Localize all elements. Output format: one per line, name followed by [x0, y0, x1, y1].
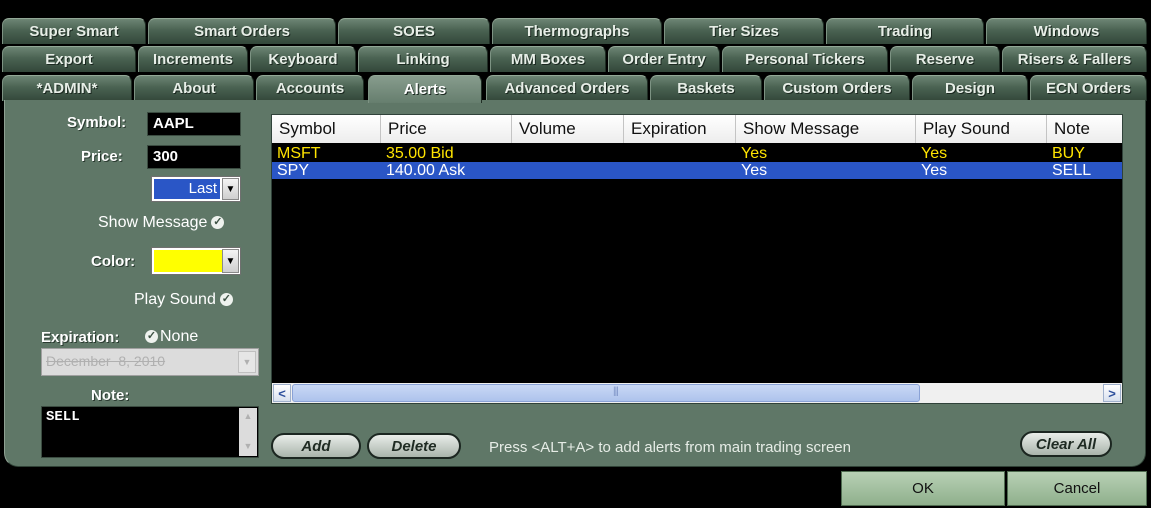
tab-trading[interactable]: Trading [826, 18, 984, 44]
show-message-label: Show Message [98, 214, 208, 231]
tab-row-middle: Export Increments Keyboard Linking MM Bo… [0, 46, 1151, 72]
tab-risers-fallers[interactable]: Risers & Fallers [1002, 46, 1147, 72]
tab-custom-orders[interactable]: Custom Orders [764, 75, 910, 101]
expiration-date-value: December 8, 2010 [46, 353, 166, 369]
ok-button[interactable]: OK [841, 471, 1005, 506]
tab-alerts[interactable]: Alerts [368, 75, 482, 103]
scroll-right-icon[interactable]: > [1103, 384, 1121, 402]
tab-advanced-orders[interactable]: Advanced Orders [486, 75, 648, 101]
cell-symbol: SPY [277, 162, 310, 179]
table-row[interactable]: SPY 140.00 Ask Yes Yes SELL [272, 162, 1122, 179]
tab-row-bottom: *ADMIN* About Accounts Alerts Advanced O… [0, 75, 1151, 103]
show-message-option[interactable]: Show Message ✓ [98, 214, 225, 232]
tab-admin[interactable]: *ADMIN* [2, 75, 132, 101]
color-swatch [154, 250, 222, 272]
check-icon[interactable]: ✓ [145, 330, 158, 344]
cell-show-message: Yes [741, 162, 768, 179]
expiration-date-picker[interactable]: December 8, 2010 ▼ [41, 348, 259, 376]
expiration-none-label: None [160, 328, 199, 345]
symbol-label: Symbol: [67, 114, 127, 131]
cell-symbol: MSFT [277, 145, 321, 162]
column-header-price[interactable]: Price [381, 115, 512, 143]
tab-thermographs[interactable]: Thermographs [492, 18, 662, 44]
symbol-input[interactable]: AAPL [147, 112, 241, 136]
expiration-label: Expiration: [41, 329, 120, 346]
cancel-button[interactable]: Cancel [1007, 471, 1147, 506]
tab-about[interactable]: About [134, 75, 254, 101]
note-label: Note: [91, 387, 130, 404]
delete-button[interactable]: Delete [367, 433, 461, 459]
price-type-select[interactable]: Last ▼ [151, 176, 241, 202]
cell-price: 35.00 Bid [386, 145, 454, 162]
scroll-down-icon[interactable]: ▼ [239, 438, 257, 454]
tab-design[interactable]: Design [912, 75, 1028, 101]
check-icon[interactable]: ✓ [219, 293, 233, 307]
tab-increments[interactable]: Increments [138, 46, 248, 72]
tab-smart-orders[interactable]: Smart Orders [148, 18, 336, 44]
chevron-down-icon[interactable]: ▼ [222, 178, 239, 200]
column-header-note[interactable]: Note [1047, 115, 1122, 143]
tab-ecn-orders[interactable]: ECN Orders [1030, 75, 1147, 101]
scroll-left-icon[interactable]: < [273, 384, 291, 402]
tab-personal-tickers[interactable]: Personal Tickers [722, 46, 888, 72]
tab-accounts[interactable]: Accounts [256, 75, 364, 101]
cell-price: 140.00 Ask [386, 162, 466, 179]
tab-export[interactable]: Export [2, 46, 136, 72]
cell-expiration [624, 145, 629, 162]
horizontal-scrollbar[interactable]: < ||| > [272, 383, 1122, 403]
cell-volume [512, 145, 517, 162]
scrollbar-grip-icon: ||| [613, 386, 619, 397]
color-label: Color: [91, 253, 136, 270]
tab-baskets[interactable]: Baskets [650, 75, 762, 101]
column-header-expiration[interactable]: Expiration [624, 115, 736, 143]
note-textarea[interactable]: SELL ▲ ▼ [41, 406, 259, 458]
tab-windows[interactable]: Windows [986, 18, 1147, 44]
expiration-none-option[interactable]: ✓ None [145, 328, 198, 346]
column-header-show-message[interactable]: Show Message [736, 115, 916, 143]
alerts-list-header: Symbol Price Volume Expiration Show Mess… [272, 115, 1122, 143]
note-value: SELL [46, 409, 80, 425]
color-select[interactable]: ▼ [151, 247, 241, 275]
tab-linking[interactable]: Linking [358, 46, 488, 72]
cell-volume [512, 162, 517, 179]
tab-order-entry[interactable]: Order Entry [608, 46, 720, 72]
play-sound-option[interactable]: Play Sound ✓ [134, 291, 233, 309]
column-header-symbol[interactable]: Symbol [272, 115, 381, 143]
price-label: Price: [81, 148, 123, 165]
scrollbar-thumb[interactable]: ||| [292, 384, 920, 402]
settings-window: Super Smart Smart Orders SOES Thermograp… [0, 0, 1151, 508]
tab-keyboard[interactable]: Keyboard [250, 46, 356, 72]
cell-play-sound: Yes [921, 162, 948, 179]
chevron-down-icon[interactable]: ▼ [238, 351, 256, 373]
tab-mm-boxes[interactable]: MM Boxes [490, 46, 606, 72]
tab-reserve[interactable]: Reserve [890, 46, 1000, 72]
column-header-volume[interactable]: Volume [512, 115, 624, 143]
scroll-track [239, 424, 257, 438]
tab-row-top: Super Smart Smart Orders SOES Thermograp… [0, 18, 1151, 44]
cell-note: BUY [1052, 145, 1085, 162]
tab-soes[interactable]: SOES [338, 18, 490, 44]
price-type-value: Last [153, 178, 221, 200]
alerts-panel: Symbol: AAPL Price: 300 Last ▼ Show Mess… [4, 100, 1146, 467]
cell-show-message: Yes [741, 145, 768, 162]
column-header-play-sound[interactable]: Play Sound [916, 115, 1047, 143]
add-button[interactable]: Add [271, 433, 361, 459]
cell-play-sound: Yes [921, 145, 948, 162]
check-icon[interactable]: ✓ [211, 216, 225, 230]
table-row[interactable]: MSFT 35.00 Bid Yes Yes BUY [272, 145, 1122, 162]
scroll-up-icon[interactable]: ▲ [239, 408, 257, 424]
price-input[interactable]: 300 [147, 145, 241, 169]
cell-note: SELL [1052, 162, 1092, 179]
alerts-list[interactable]: Symbol Price Volume Expiration Show Mess… [271, 114, 1123, 404]
tab-tier-sizes[interactable]: Tier Sizes [664, 18, 824, 44]
note-scrollbar[interactable]: ▲ ▼ [239, 408, 257, 456]
add-alert-hint: Press <ALT+A> to add alerts from main tr… [489, 439, 851, 456]
cell-expiration [624, 162, 629, 179]
tab-super-smart[interactable]: Super Smart [2, 18, 146, 44]
play-sound-label: Play Sound [134, 291, 216, 308]
clear-all-button[interactable]: Clear All [1020, 431, 1112, 457]
chevron-down-icon[interactable]: ▼ [222, 249, 239, 273]
